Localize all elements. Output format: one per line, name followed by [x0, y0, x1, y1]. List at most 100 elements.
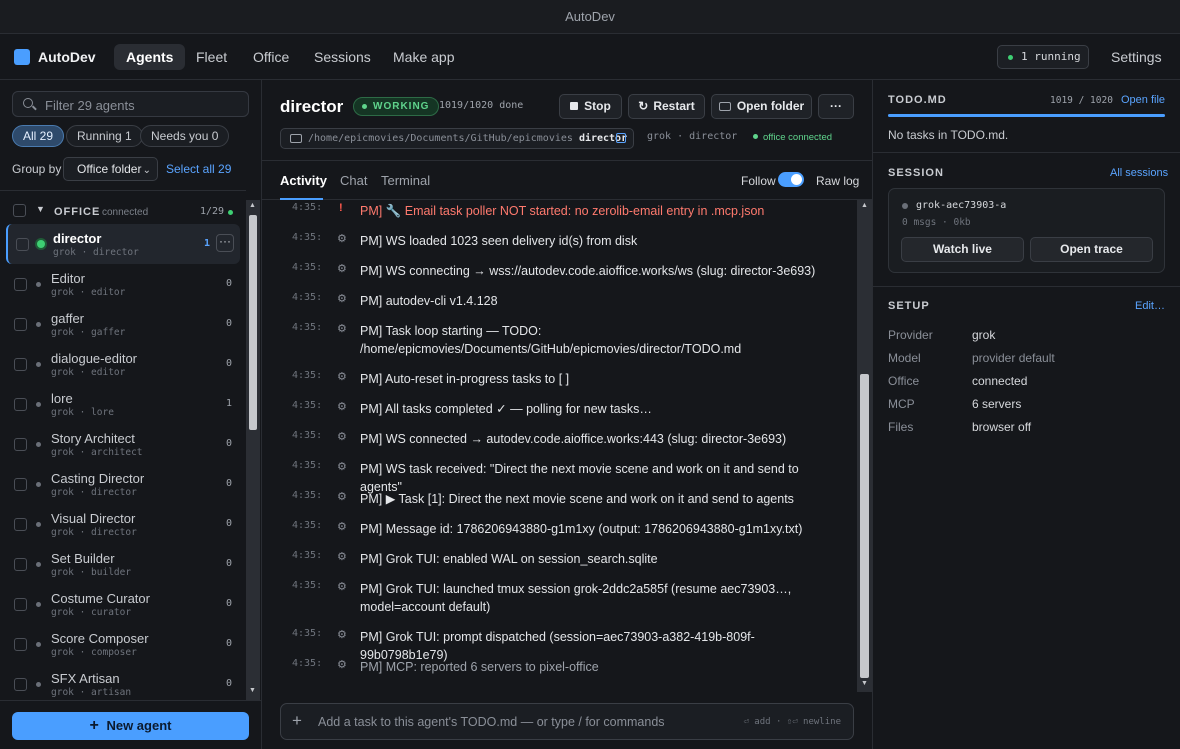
agent-item[interactable]: Set Builder grok · builder 0 — [6, 544, 240, 584]
tab-chat[interactable]: Chat — [340, 173, 367, 188]
group-by-select[interactable]: Office folder ⌄ — [63, 157, 158, 181]
agent-count: 0 — [225, 478, 232, 489]
todo-count: 1019 / 1020 — [1050, 95, 1113, 106]
log-message: PM] WS loaded 1023 seen delivery id(s) f… — [360, 234, 638, 248]
agent-checkbox[interactable] — [14, 398, 27, 411]
settings-button[interactable]: Settings — [1111, 49, 1162, 65]
agent-item[interactable]: dialogue-editor grok · editor 0 — [6, 344, 240, 384]
log-message: PM] ▶ Task [1]: Direct the next movie sc… — [360, 492, 794, 506]
agent-checkbox[interactable] — [14, 638, 27, 651]
agent-name: Visual Director — [51, 511, 136, 526]
agent-sub: grok · editor — [51, 287, 126, 298]
task-composer-input[interactable]: + Add a task to this agent's TODO.md — o… — [280, 703, 854, 740]
filter-running[interactable]: Running 1 — [66, 125, 143, 147]
scroll-down-icon[interactable]: ▼ — [861, 680, 868, 687]
scroll-up-icon[interactable]: ▲ — [861, 202, 868, 209]
restart-button[interactable]: ↻ Restart — [628, 94, 705, 119]
running-indicator[interactable]: 1 running — [997, 45, 1089, 69]
external-link-icon[interactable] — [616, 133, 626, 143]
nav-tab-sessions[interactable]: Sessions — [302, 44, 383, 70]
sidebar-scrollbar[interactable]: ▲ ▼ — [246, 200, 260, 700]
agent-item[interactable]: Score Composer grok · composer 0 — [6, 624, 240, 664]
log-scrollbar[interactable]: ▲ ▼ — [857, 200, 872, 692]
nav-tab-make-app[interactable]: Make app — [381, 44, 466, 70]
agent-item[interactable]: Costume Curator grok · curator 0 — [6, 584, 240, 624]
session-status-dot-icon — [902, 203, 908, 209]
filter-needs-you[interactable]: Needs you 0 — [140, 125, 230, 147]
plus-icon[interactable]: + — [292, 711, 302, 731]
setup-value: browser off — [972, 420, 1032, 434]
agent-sub: grok · lore — [51, 407, 114, 418]
gear-icon: ⚙ — [337, 581, 347, 593]
agent-checkbox[interactable] — [16, 238, 29, 251]
agent-item[interactable]: gaffer grok · gaffer 0 — [6, 304, 240, 344]
gear-icon: ⚙ — [337, 521, 347, 533]
group-by-label: Group by — [12, 162, 62, 176]
stop-button[interactable]: Stop — [559, 94, 622, 119]
agent-item-director[interactable]: director grok · director 1 ··· — [6, 224, 240, 264]
agent-more-button[interactable]: ··· — [216, 234, 234, 252]
open-file-link[interactable]: Open file — [1121, 94, 1165, 106]
agent-sub: grok · artisan — [51, 687, 132, 698]
open-folder-button[interactable]: Open folder — [711, 94, 812, 119]
log-timestamp: 4:35: — [292, 400, 323, 411]
agent-item[interactable]: Story Architect grok · architect 0 — [6, 424, 240, 464]
log-scrollbar-thumb[interactable] — [860, 374, 869, 678]
select-all-link[interactable]: Select all 29 — [166, 162, 231, 176]
gear-icon: ⚙ — [337, 293, 347, 305]
agent-search-input[interactable]: Filter 29 agents — [12, 91, 249, 117]
scroll-down-icon[interactable]: ▼ — [249, 687, 256, 694]
agent-checkbox[interactable] — [14, 518, 27, 531]
tab-terminal[interactable]: Terminal — [381, 173, 430, 188]
status-dot-icon — [37, 240, 45, 248]
agent-checkbox[interactable] — [14, 358, 27, 371]
agent-checkbox[interactable] — [14, 478, 27, 491]
search-icon — [23, 98, 33, 108]
agent-item[interactable]: Casting Director grok · director 0 — [6, 464, 240, 504]
status-dot-icon — [36, 682, 41, 687]
status-dot-icon — [36, 562, 41, 567]
open-trace-button[interactable]: Open trace — [1030, 237, 1153, 262]
more-actions-button[interactable]: ··· — [818, 94, 854, 119]
raw-log-button[interactable]: Raw log — [816, 174, 859, 188]
sidebar-scrollbar-thumb[interactable] — [249, 215, 257, 430]
tab-activity[interactable]: Activity — [280, 173, 327, 188]
log-message: PM] Auto-reset in-progress tasks to [ ] — [360, 372, 570, 386]
agent-checkbox[interactable] — [14, 278, 27, 291]
path-bar[interactable]: /home/epicmovies/Documents/GitHub/epicmo… — [280, 128, 634, 149]
nav-tab-office[interactable]: Office — [241, 44, 301, 70]
setup-title: SETUP — [888, 300, 930, 312]
follow-toggle[interactable] — [778, 172, 804, 187]
nav-tab-agents[interactable]: Agents — [114, 44, 186, 70]
agent-item[interactable]: Visual Director grok · director 0 — [6, 504, 240, 544]
nav-tab-fleet[interactable]: Fleet — [184, 44, 239, 70]
agent-count: 0 — [225, 438, 232, 449]
status-dot-icon — [36, 402, 41, 407]
path-prefix: /home/epicmovies/Documents/GitHub/epicmo… — [308, 133, 573, 144]
agent-sub: grok · gaffer — [51, 327, 126, 338]
group-checkbox[interactable] — [13, 204, 26, 217]
agent-item[interactable]: SFX Artisan grok · artisan 0 — [6, 664, 240, 700]
status-dot-icon — [36, 522, 41, 527]
agent-checkbox[interactable] — [14, 558, 27, 571]
agent-checkbox[interactable] — [14, 678, 27, 691]
status-dot-icon — [753, 134, 758, 139]
inspector-panel: TODO.MD 1019 / 1020 Open file No tasks i… — [872, 80, 1180, 749]
agent-sub: grok · composer — [51, 647, 137, 658]
new-agent-button[interactable]: + New agent — [12, 712, 249, 740]
agent-checkbox[interactable] — [14, 598, 27, 611]
log-timestamp: 4:35: — [292, 490, 323, 501]
edit-setup-link[interactable]: Edit… — [1135, 300, 1165, 312]
agent-item[interactable]: lore grok · lore 1 — [6, 384, 240, 424]
watch-live-button[interactable]: Watch live — [901, 237, 1024, 262]
agent-checkbox[interactable] — [14, 318, 27, 331]
gear-icon: ⚙ — [337, 323, 347, 335]
filter-all[interactable]: All 29 — [12, 125, 65, 147]
all-sessions-link[interactable]: All sessions — [1110, 167, 1168, 179]
agent-sub: grok · builder — [51, 567, 132, 578]
caret-down-icon[interactable]: ▼ — [36, 204, 45, 214]
agent-checkbox[interactable] — [14, 438, 27, 451]
scroll-up-icon[interactable]: ▲ — [249, 202, 256, 209]
agent-item[interactable]: Editor grok · editor 0 — [6, 264, 240, 304]
page-title: director — [280, 97, 344, 116]
